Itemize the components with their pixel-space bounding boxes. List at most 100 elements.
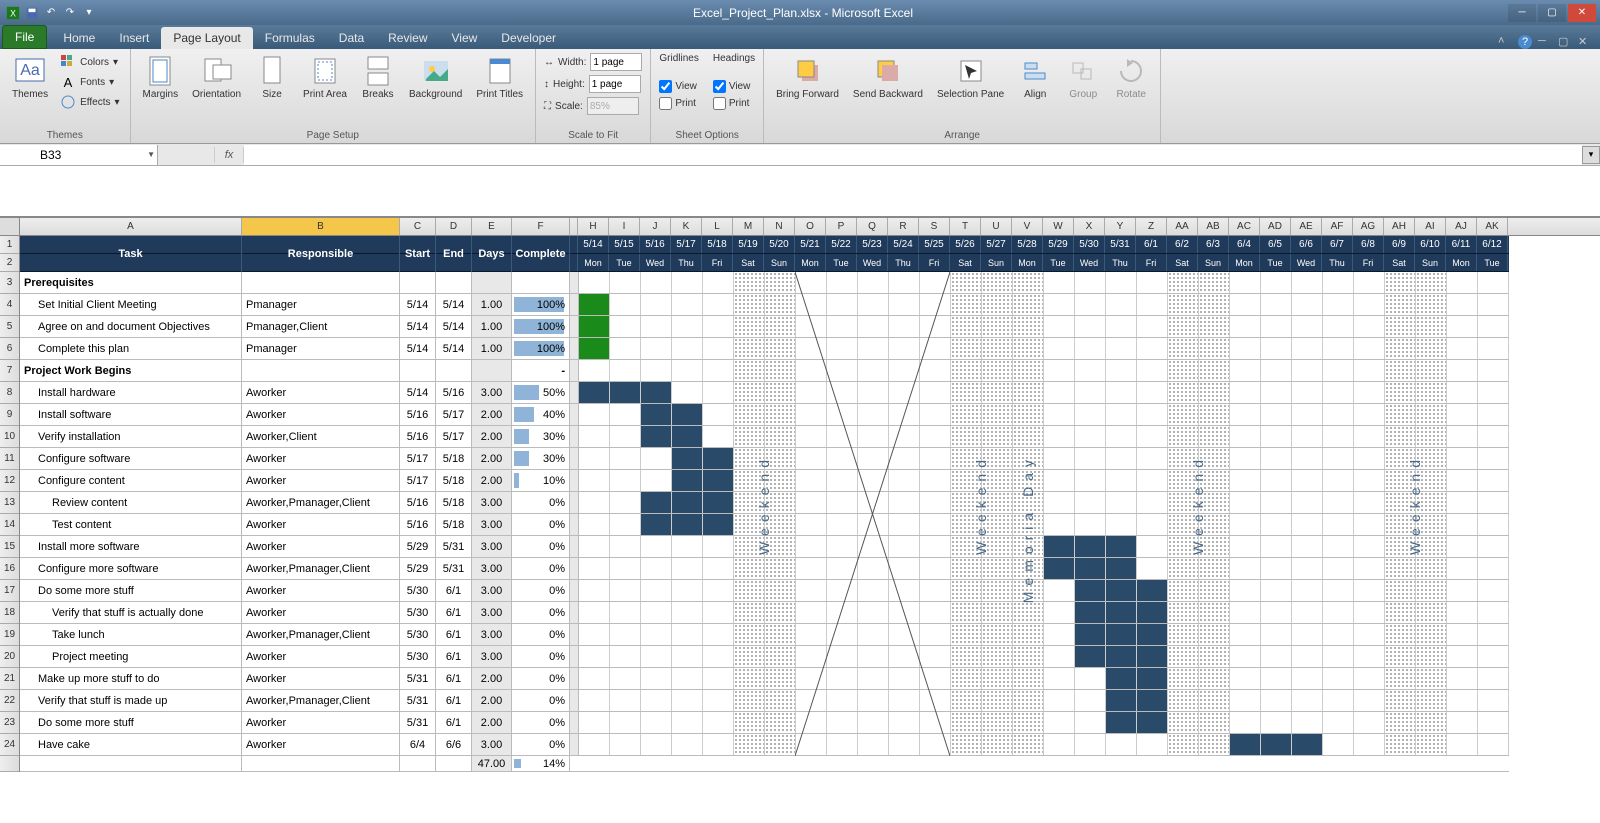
gantt-cell[interactable] bbox=[579, 624, 610, 645]
gantt-cell[interactable] bbox=[1168, 426, 1199, 447]
gantt-cell[interactable] bbox=[951, 404, 982, 425]
gantt-cell[interactable] bbox=[1168, 382, 1199, 403]
column-header-AF[interactable]: AF bbox=[1322, 218, 1353, 235]
gantt-cell[interactable] bbox=[1075, 426, 1106, 447]
gantt-cell[interactable] bbox=[1106, 558, 1137, 579]
gantt-cell[interactable] bbox=[1230, 360, 1261, 381]
gantt-cell[interactable] bbox=[951, 360, 982, 381]
gantt-cell[interactable] bbox=[1013, 536, 1044, 557]
gantt-cell[interactable] bbox=[1106, 448, 1137, 469]
cell-start[interactable]: 5/29 bbox=[400, 536, 436, 557]
gantt-cell[interactable] bbox=[1075, 646, 1106, 667]
column-header-P[interactable]: P bbox=[826, 218, 857, 235]
gantt-cell[interactable] bbox=[672, 294, 703, 315]
gantt-cell[interactable] bbox=[1261, 514, 1292, 535]
cell-start[interactable]: 5/30 bbox=[400, 602, 436, 623]
save-icon[interactable] bbox=[23, 4, 41, 22]
gantt-cell[interactable] bbox=[1416, 492, 1447, 513]
gantt-cell[interactable] bbox=[672, 580, 703, 601]
gantt-cell[interactable] bbox=[1323, 294, 1354, 315]
tab-data[interactable]: Data bbox=[327, 27, 376, 49]
gantt-cell[interactable] bbox=[951, 734, 982, 755]
gantt-cell[interactable] bbox=[982, 316, 1013, 337]
gantt-cell[interactable] bbox=[1168, 580, 1199, 601]
gantt-cell[interactable] bbox=[1013, 690, 1044, 711]
cell-complete[interactable]: 0% bbox=[512, 668, 570, 689]
cell-complete[interactable]: 0% bbox=[512, 734, 570, 755]
gantt-cell[interactable] bbox=[703, 690, 734, 711]
gantt-cell[interactable] bbox=[951, 272, 982, 293]
gantt-cell[interactable] bbox=[1168, 690, 1199, 711]
gantt-cell[interactable] bbox=[610, 316, 641, 337]
gantt-cell[interactable] bbox=[1416, 536, 1447, 557]
gantt-cell[interactable] bbox=[796, 360, 827, 381]
gantt-cell[interactable] bbox=[1044, 382, 1075, 403]
gantt-cell[interactable] bbox=[1137, 624, 1168, 645]
gantt-cell[interactable] bbox=[796, 514, 827, 535]
gantt-cell[interactable] bbox=[1416, 624, 1447, 645]
gantt-cell[interactable] bbox=[951, 514, 982, 535]
gantt-cell[interactable] bbox=[641, 536, 672, 557]
cell-start[interactable]: 5/30 bbox=[400, 580, 436, 601]
gantt-cell[interactable] bbox=[1447, 470, 1478, 491]
cell-days[interactable]: 2.00 bbox=[472, 404, 512, 425]
gantt-cell[interactable] bbox=[1416, 734, 1447, 755]
cell-responsible[interactable]: Aworker bbox=[242, 470, 400, 491]
gantt-cell[interactable] bbox=[982, 470, 1013, 491]
gantt-cell[interactable] bbox=[1013, 492, 1044, 513]
gantt-cell[interactable] bbox=[951, 668, 982, 689]
gantt-cell[interactable] bbox=[796, 712, 827, 733]
gantt-cell[interactable] bbox=[858, 624, 889, 645]
gantt-cell[interactable] bbox=[858, 448, 889, 469]
gantt-cell[interactable] bbox=[1106, 360, 1137, 381]
gantt-cell[interactable] bbox=[703, 602, 734, 623]
gantt-cell[interactable] bbox=[827, 426, 858, 447]
gantt-cell[interactable] bbox=[672, 404, 703, 425]
gantt-cell[interactable] bbox=[765, 602, 796, 623]
gantt-cell[interactable] bbox=[889, 668, 920, 689]
gantt-cell[interactable] bbox=[951, 470, 982, 491]
gantt-cell[interactable] bbox=[734, 602, 765, 623]
gantt-cell[interactable] bbox=[796, 536, 827, 557]
cell-days[interactable]: 3.00 bbox=[472, 624, 512, 645]
gantt-cell[interactable] bbox=[920, 734, 951, 755]
gantt-cell[interactable] bbox=[1075, 602, 1106, 623]
background-button[interactable]: Background bbox=[405, 53, 466, 102]
cell-complete[interactable]: 0% bbox=[512, 602, 570, 623]
gantt-cell[interactable] bbox=[1323, 404, 1354, 425]
gantt-cell[interactable] bbox=[1199, 294, 1230, 315]
gantt-cell[interactable] bbox=[1075, 558, 1106, 579]
cell-responsible[interactable]: Aworker bbox=[242, 602, 400, 623]
gantt-cell[interactable] bbox=[1385, 316, 1416, 337]
gantt-cell[interactable] bbox=[858, 492, 889, 513]
size-button[interactable]: Size bbox=[251, 53, 293, 102]
gantt-cell[interactable] bbox=[1354, 602, 1385, 623]
gantt-cell[interactable] bbox=[765, 712, 796, 733]
select-all-corner[interactable] bbox=[0, 218, 20, 235]
gantt-cell[interactable] bbox=[858, 558, 889, 579]
bring-forward-button[interactable]: Bring Forward bbox=[772, 53, 843, 102]
tab-page-layout[interactable]: Page Layout bbox=[161, 27, 252, 49]
gantt-cell[interactable] bbox=[920, 316, 951, 337]
gantt-cell[interactable] bbox=[1013, 316, 1044, 337]
gantt-cell[interactable] bbox=[1385, 338, 1416, 359]
gantt-cell[interactable] bbox=[703, 360, 734, 381]
gantt-cell[interactable] bbox=[920, 272, 951, 293]
cell-days[interactable]: 3.00 bbox=[472, 514, 512, 535]
gantt-cell[interactable] bbox=[1168, 624, 1199, 645]
column-header-AH[interactable]: AH bbox=[1384, 218, 1415, 235]
gantt-cell[interactable] bbox=[734, 382, 765, 403]
gantt-cell[interactable] bbox=[796, 382, 827, 403]
gantt-cell[interactable] bbox=[1075, 404, 1106, 425]
cell-days[interactable]: 3.00 bbox=[472, 558, 512, 579]
column-header-M[interactable]: M bbox=[733, 218, 764, 235]
gantt-cell[interactable] bbox=[1478, 734, 1509, 755]
gantt-cell[interactable] bbox=[1447, 426, 1478, 447]
gantt-cell[interactable] bbox=[610, 492, 641, 513]
cell-days[interactable]: 2.00 bbox=[472, 426, 512, 447]
gantt-cell[interactable] bbox=[982, 426, 1013, 447]
cell-start[interactable]: 5/16 bbox=[400, 492, 436, 513]
gantt-cell[interactable] bbox=[734, 492, 765, 513]
gantt-cell[interactable] bbox=[1013, 448, 1044, 469]
gantt-cell[interactable] bbox=[1013, 712, 1044, 733]
